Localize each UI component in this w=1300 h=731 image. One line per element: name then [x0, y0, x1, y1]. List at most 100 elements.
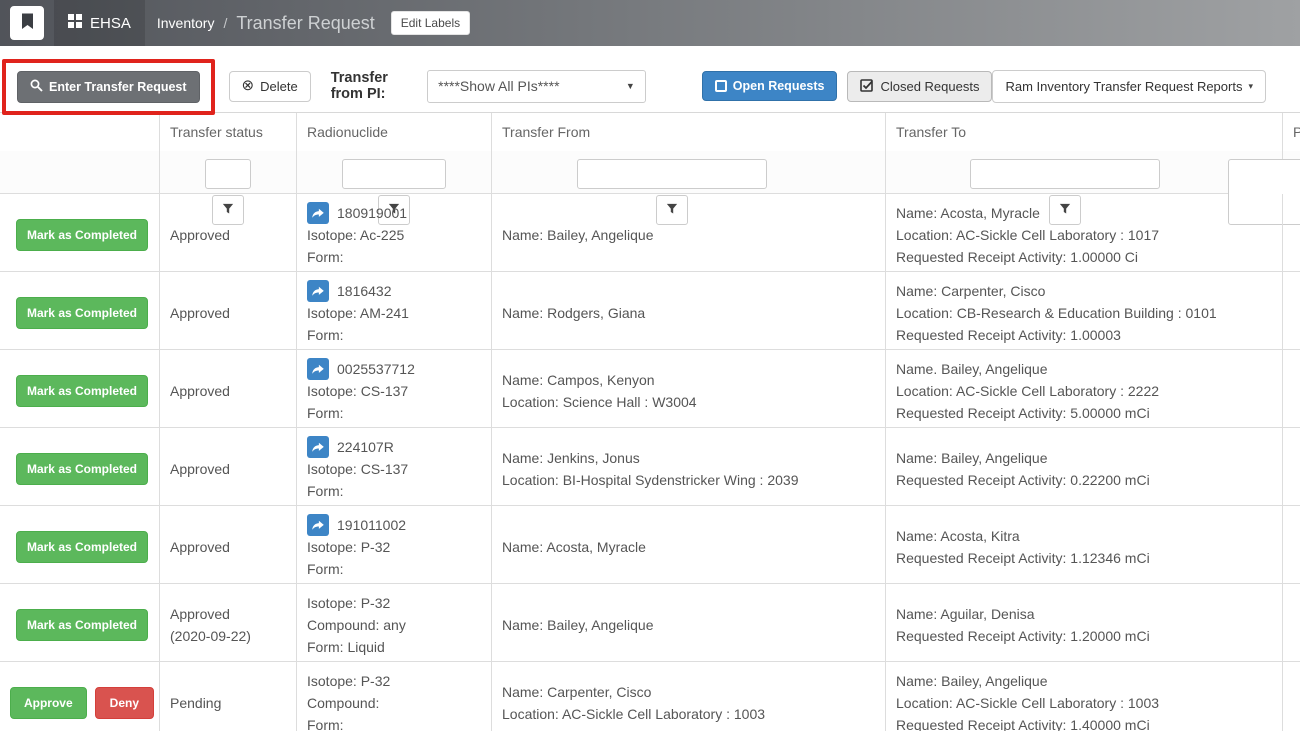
form-text: Form: — [307, 480, 481, 502]
form-text: Form: — [307, 402, 481, 424]
mark-as-completed-button[interactable]: Mark as Completed — [16, 531, 148, 563]
edit-labels-button[interactable]: Edit Labels — [391, 11, 470, 35]
transfer-link-icon[interactable] — [307, 358, 329, 380]
transfer-from-name: Name: Bailey, Angelique — [502, 224, 875, 246]
transfer-from-filter-input[interactable] — [577, 159, 767, 189]
isotope-text: Isotope: Ac-225 — [307, 224, 481, 246]
transfer-to-activity: Requested Receipt Activity: 1.00003 — [896, 324, 1272, 346]
table-row: Mark as Completed Approved 224107R Isoto… — [0, 428, 1300, 506]
transfer-to-location: Location: AC-Sickle Cell Laboratory : 22… — [896, 380, 1272, 402]
reports-dropdown-button[interactable]: Ram Inventory Transfer Request Reports ▾ — [992, 70, 1266, 103]
header-transfer-to: Transfer To — [886, 113, 1283, 151]
enter-transfer-request-button[interactable]: Enter Transfer Request — [17, 71, 200, 103]
radionuclide-id: 0025537712 — [337, 358, 415, 380]
transfer-to-name: Name: Bailey, Angelique — [896, 670, 1272, 692]
header-pi: P — [1283, 113, 1300, 151]
enter-transfer-request-label: Enter Transfer Request — [49, 80, 187, 94]
header-radionuclide: Radionuclide — [297, 113, 492, 151]
transfer-status-text: Approved — [170, 224, 286, 246]
transfer-from-location: Location: BI-Hospital Sydenstricker Wing… — [502, 469, 875, 491]
compound-text: Compound: any — [307, 614, 481, 636]
apps-grid-icon — [68, 14, 82, 32]
transfer-from-name: Name: Bailey, Angelique — [502, 614, 875, 636]
transfer-status-text: Approved — [170, 458, 286, 480]
form-text: Form: — [307, 324, 481, 346]
open-requests-button[interactable]: Open Requests — [702, 71, 838, 101]
transfer-from-name: Name: Acosta, Myracle — [502, 536, 875, 558]
transfer-to-activity: Requested Receipt Activity: 5.00000 mCi — [896, 402, 1272, 424]
transfer-to-activity: Requested Receipt Activity: 1.00000 Ci — [896, 246, 1272, 268]
form-text: Form: — [307, 246, 481, 268]
mark-as-completed-button[interactable]: Mark as Completed — [16, 453, 148, 485]
transfer-link-icon[interactable] — [307, 436, 329, 458]
brand-label: EHSA — [90, 15, 131, 32]
transfer-status-text: Pending — [170, 692, 286, 714]
transfer-to-activity: Requested Receipt Activity: 1.20000 mCi — [896, 625, 1272, 647]
transfer-from-name: Name: Rodgers, Giana — [502, 302, 875, 324]
transfer-status-text: Approved — [170, 380, 286, 402]
table-row: Approve Deny Pending Isotope: P-32 Compo… — [0, 662, 1300, 731]
table-header-row: Transfer status Radionuclide Transfer Fr… — [0, 113, 1300, 151]
radionuclide-id: 191011002 — [337, 514, 406, 536]
transfer-to-filter-input[interactable] — [970, 159, 1160, 189]
transfer-to-name: Name: Acosta, Myracle — [896, 202, 1272, 224]
table-row: Mark as Completed Approved 1816432 Isoto… — [0, 272, 1300, 350]
closed-requests-icon — [860, 79, 874, 93]
transfer-to-location: Location: AC-Sickle Cell Laboratory : 10… — [896, 224, 1272, 246]
table-row: Mark as Completed Approved 191011002 Iso… — [0, 506, 1300, 584]
transfer-to-name: Name: Acosta, Kitra — [896, 525, 1272, 547]
transfer-to-location: Location: AC-Sickle Cell Laboratory : 10… — [896, 692, 1272, 714]
radionuclide-filter-input[interactable] — [342, 159, 446, 189]
transfer-from-name: Name: Jenkins, Jonus — [502, 447, 875, 469]
transfer-link-icon[interactable] — [307, 514, 329, 536]
mark-as-completed-button[interactable]: Mark as Completed — [16, 297, 148, 329]
transfer-from-location: Location: AC-Sickle Cell Laboratory : 10… — [502, 703, 875, 725]
header-transfer-from: Transfer From — [492, 113, 886, 151]
isotope-text: Isotope: P-32 — [307, 670, 481, 692]
table-filter-row — [0, 151, 1300, 194]
mark-as-completed-button[interactable]: Mark as Completed — [16, 375, 148, 407]
transfer-request-screen: EHSA Inventory / Transfer Request Edit L… — [0, 0, 1300, 731]
open-requests-icon — [715, 80, 727, 92]
transfer-to-name: Name: Carpenter, Cisco — [896, 280, 1272, 302]
top-navbar: EHSA Inventory / Transfer Request Edit L… — [0, 0, 1300, 46]
transfer-link-icon[interactable] — [307, 280, 329, 302]
header-actions — [0, 113, 160, 151]
transfer-to-name: Name: Bailey, Angelique — [896, 447, 1272, 469]
app-brand[interactable]: EHSA — [54, 0, 145, 46]
annotation-highlight-box: Enter Transfer Request — [2, 59, 215, 115]
breadcrumb-inventory[interactable]: Inventory — [157, 15, 215, 31]
delete-button[interactable]: ⊗ Delete — [229, 71, 311, 102]
open-requests-label: Open Requests — [733, 79, 825, 93]
transfer-to-activity: Requested Receipt Activity: 0.22200 mCi — [896, 469, 1272, 491]
approve-button[interactable]: Approve — [10, 687, 87, 719]
transfer-status-text: Approved — [170, 302, 286, 324]
deny-button[interactable]: Deny — [95, 687, 154, 719]
breadcrumb-separator: / — [223, 15, 227, 31]
chevron-down-icon: ▾ — [1248, 81, 1253, 92]
radionuclide-id: 180919001 — [337, 202, 407, 224]
status-filter-input[interactable] — [205, 159, 251, 189]
closed-requests-label: Closed Requests — [880, 79, 979, 94]
breadcrumb: Inventory / Transfer Request — [157, 13, 375, 34]
transfer-from-pi-label: Transfer from PI: — [331, 70, 417, 102]
mark-as-completed-button[interactable]: Mark as Completed — [16, 609, 148, 641]
header-transfer-status: Transfer status — [160, 113, 297, 151]
table-row: Mark as Completed Approved (2020-09-22) … — [0, 584, 1300, 662]
bookmark-button[interactable] — [10, 6, 44, 40]
transfer-from-name: Name: Campos, Kenyon — [502, 369, 875, 391]
page-title: Transfer Request — [236, 13, 374, 34]
isotope-text: Isotope: CS-137 — [307, 458, 481, 480]
transfer-to-activity: Requested Receipt Activity: 1.40000 mCi — [896, 714, 1272, 731]
bookmark-icon — [20, 13, 35, 33]
delete-icon: ⊗ — [242, 80, 255, 92]
transfer-from-name: Name: Carpenter, Cisco — [502, 681, 875, 703]
transfer-to-name: Name. Bailey, Angelique — [896, 358, 1272, 380]
transfer-status-date: (2020-09-22) — [170, 625, 286, 647]
delete-label: Delete — [260, 79, 298, 94]
pi-select-dropdown[interactable]: ****Show All PIs**** ▼ — [427, 70, 646, 103]
closed-requests-button[interactable]: Closed Requests — [847, 71, 992, 102]
transfer-link-icon[interactable] — [307, 202, 329, 224]
toolbar: Enter Transfer Request ⊗ Delete Transfer… — [0, 46, 1300, 112]
mark-as-completed-button[interactable]: Mark as Completed — [16, 219, 148, 251]
